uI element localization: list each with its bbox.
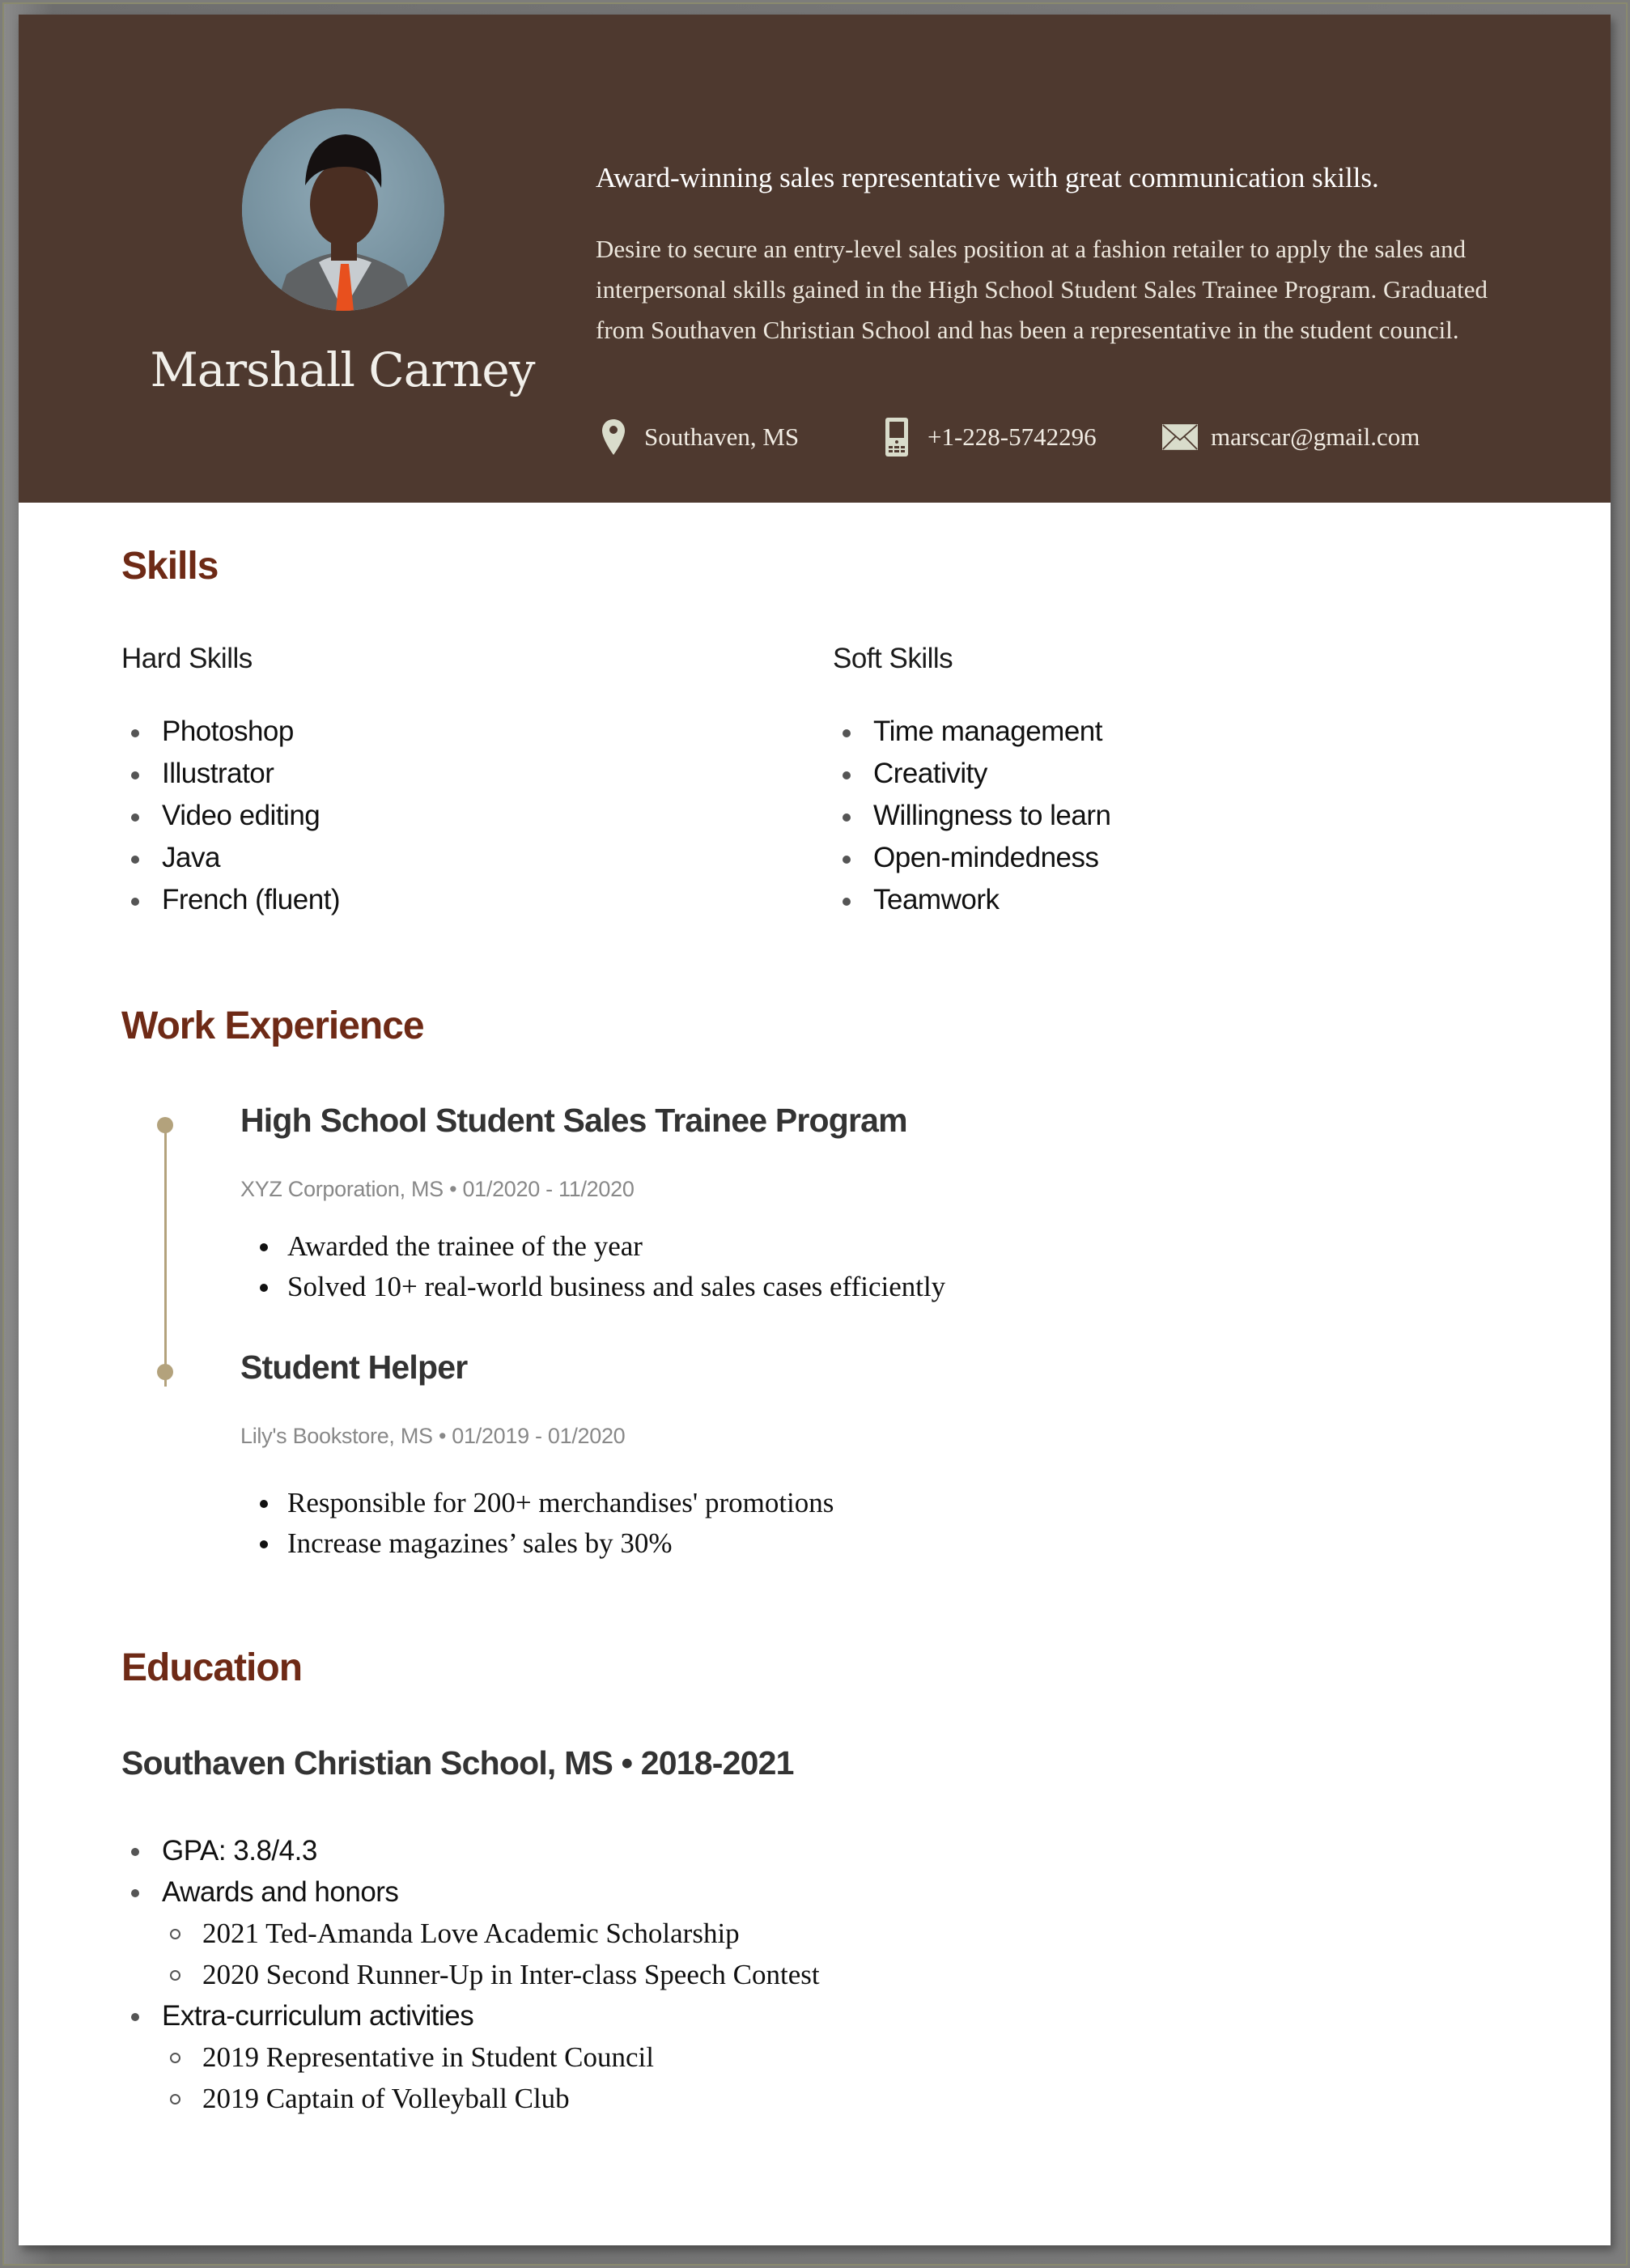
sub-list: 2021 Ted-Amanda Love Academic Scholarshi…: [162, 1913, 820, 1995]
candidate-name: Marshall Carney: [150, 342, 535, 397]
education-list: GPA: 3.8/4.3 Awards and honors 2021 Ted-…: [121, 1830, 820, 2119]
list-item: Awards and honors 2021 Ted-Amanda Love A…: [121, 1871, 820, 1995]
job-meta: XYZ Corporation, MS • 01/2020 - 11/2020: [240, 1177, 635, 1201]
list-item: Time management: [833, 711, 1110, 753]
education-heading: Education: [121, 1646, 303, 1689]
list-item: Photoshop: [121, 711, 340, 753]
timeline-dot: [157, 1364, 173, 1380]
resume-header: Marshall Carney Award-winning sales repr…: [19, 15, 1611, 503]
school-name: Southaven Christian School, MS • 2018-20…: [121, 1744, 794, 1782]
list-item: Open-mindedness: [833, 837, 1110, 879]
list-item: Illustrator: [121, 753, 340, 795]
list-item-text: GPA: 3.8/4.3: [162, 1835, 317, 1867]
job-title: Student Helper: [240, 1348, 468, 1386]
list-item: Increase magazines’ sales by 30%: [255, 1523, 834, 1564]
location-pin-icon: [596, 417, 631, 457]
timeline-line: [164, 1124, 167, 1387]
sub-list-item: 2020 Second Runner-Up in Inter-class Spe…: [162, 1954, 820, 1995]
sub-list: 2019 Representative in Student Council 2…: [162, 2037, 820, 2119]
contact-location: Southaven, MS: [596, 417, 799, 457]
sub-list-item: 2021 Ted-Amanda Love Academic Scholarshi…: [162, 1913, 820, 1954]
list-item-text: Awards and honors: [162, 1876, 399, 1908]
timeline-dot: [157, 1117, 173, 1133]
sub-list-item: 2019 Representative in Student Council: [162, 2037, 820, 2078]
list-item: Awarded the trainee of the year: [255, 1226, 945, 1267]
contact-info: Southaven, MS +1-228-5742296 marscar@gma…: [596, 417, 1567, 457]
hard-skills-label: Hard Skills: [121, 643, 253, 674]
location-text: Southaven, MS: [644, 423, 800, 451]
job-bullets: Responsible for 200+ merchandises' promo…: [255, 1483, 834, 1564]
job-meta: Lily's Bookstore, MS • 01/2019 - 01/2020: [240, 1424, 626, 1448]
soft-skills-list: Time management Creativity Willingness t…: [833, 711, 1111, 921]
job-bullets: Awarded the trainee of the year Solved 1…: [255, 1226, 945, 1307]
hard-skills-list: Photoshop Illustrator Video editing Java…: [121, 711, 341, 921]
mobile-phone-icon: [879, 417, 915, 457]
envelope-icon: [1162, 417, 1198, 457]
resume-page: Marshall Carney Award-winning sales repr…: [19, 15, 1611, 2245]
summary-text: Desire to secure an entry-level sales po…: [596, 235, 1488, 344]
work-experience-heading: Work Experience: [121, 1004, 425, 1047]
skills-heading: Skills: [121, 545, 219, 588]
list-item: French (fluent): [121, 879, 341, 921]
list-item: Creativity: [833, 753, 1110, 795]
list-item: Solved 10+ real-world business and sales…: [255, 1267, 945, 1307]
profile-photo-image: [242, 108, 444, 311]
list-item: Extra-curriculum activities 2019 Represe…: [121, 1995, 820, 2119]
list-item: GPA: 3.8/4.3: [121, 1830, 820, 1871]
summary-headline: Award-winning sales representative with …: [596, 162, 1379, 193]
job-title: High School Student Sales Trainee Progra…: [240, 1102, 908, 1139]
profile-photo: [242, 108, 444, 311]
list-item-text: Extra-curriculum activities: [162, 2000, 474, 2032]
email-text: marscar@gmail.com: [1211, 423, 1420, 451]
list-item: Java: [121, 837, 340, 879]
contact-phone: +1-228-5742296: [879, 417, 1097, 457]
list-item: Responsible for 200+ merchandises' promo…: [255, 1483, 834, 1523]
contact-email: marscar@gmail.com: [1162, 417, 1420, 457]
list-item: Teamwork: [833, 879, 1110, 921]
list-item: Video editing: [121, 795, 340, 837]
phone-text: +1-228-5742296: [927, 423, 1097, 451]
soft-skills-label: Soft Skills: [833, 643, 953, 674]
sub-list-item: 2019 Captain of Volleyball Club: [162, 2078, 820, 2119]
list-item: Willingness to learn: [833, 795, 1111, 837]
